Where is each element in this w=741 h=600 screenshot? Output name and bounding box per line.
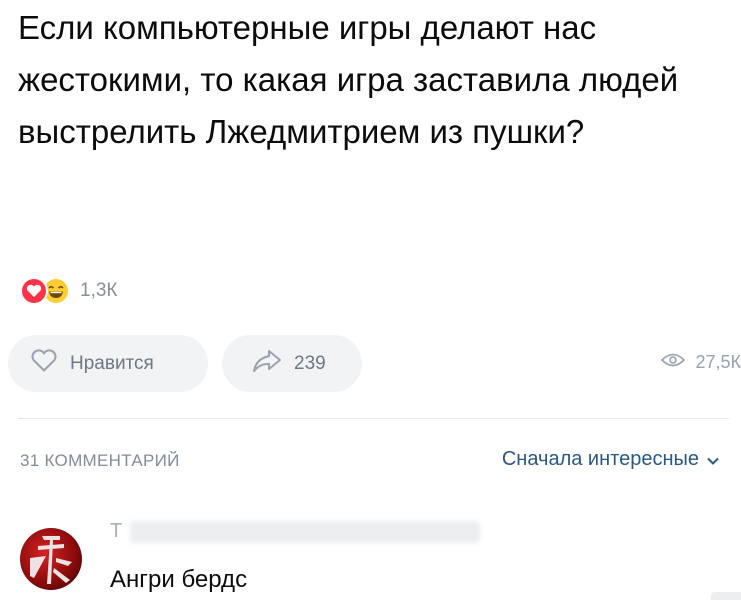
heart-reaction-icon — [20, 277, 48, 305]
share-count: 239 — [294, 352, 326, 374]
share-button[interactable]: 239 — [222, 335, 362, 392]
views-count: 27,5К — [695, 352, 741, 372]
redacted-author-name — [130, 520, 481, 543]
heart-outline-icon — [30, 349, 58, 378]
reactions-count: 1,3К — [80, 280, 118, 301]
reactions-summary[interactable]: 1,3К — [20, 277, 118, 305]
chevron-down-icon — [707, 448, 719, 471]
like-button[interactable]: Нравится — [8, 335, 208, 392]
comment-author-row[interactable]: Т — [110, 520, 481, 543]
eye-icon — [661, 352, 686, 373]
divider — [18, 418, 729, 419]
comments-sort-select[interactable]: Сначала интересные — [502, 448, 719, 471]
post-text: Если компьютерные игры делают нас жесток… — [18, 9, 679, 150]
comment-text: Ангри бердс — [110, 566, 248, 593]
like-button-label: Нравится — [70, 352, 154, 374]
comment-author-initial: Т — [110, 520, 123, 542]
share-arrow-icon — [252, 348, 282, 379]
views-counter: 27,5К — [661, 352, 741, 373]
avatar[interactable] — [20, 528, 82, 590]
sort-label: Сначала интересные — [501, 448, 699, 470]
comments-count: 31 КОММЕНТАРИЙ — [20, 451, 180, 470]
next-comment-edge — [711, 592, 741, 600]
